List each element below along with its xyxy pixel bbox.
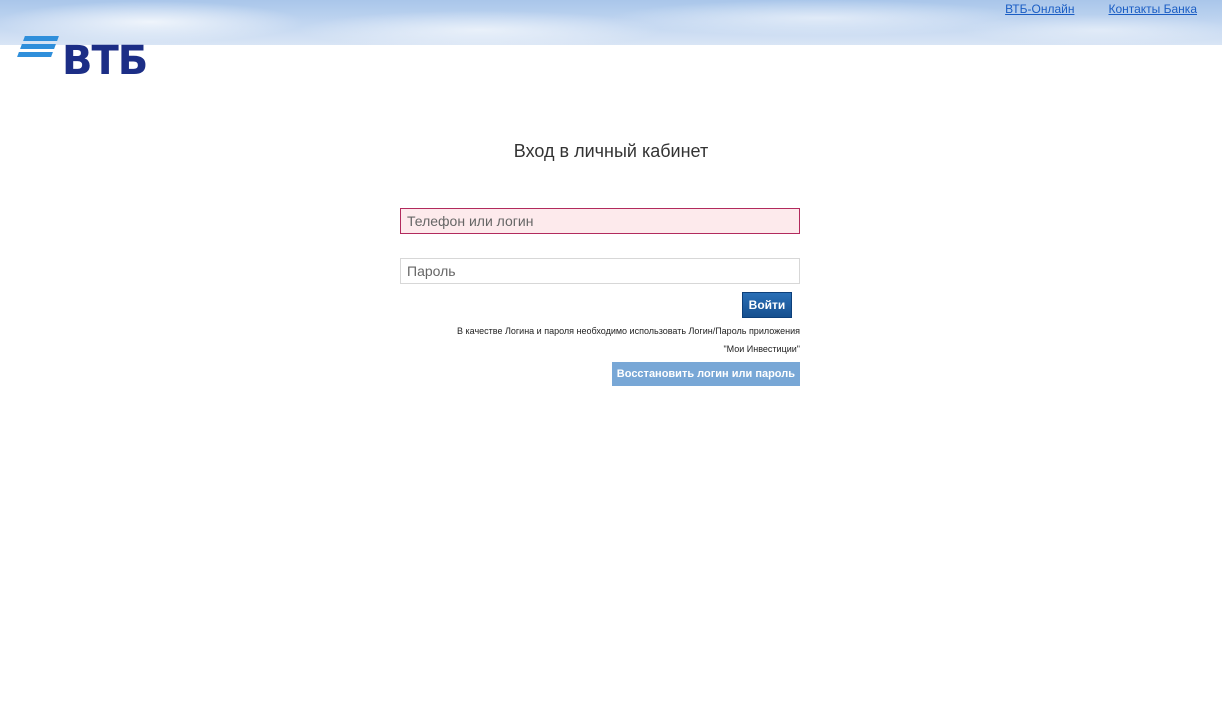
recover-credentials-button[interactable]: Восстановить логин или пароль — [611, 362, 800, 386]
login-button[interactable]: Войти — [742, 292, 792, 318]
logo-text: ВТБ — [62, 38, 148, 84]
bank-contacts-link[interactable]: Контакты Банка — [1108, 2, 1197, 16]
login-hint-line-1: В качестве Логина и пароля необходимо ис… — [457, 326, 800, 336]
vtb-stripes-icon — [17, 36, 62, 62]
submit-row: Войти — [400, 292, 800, 318]
login-page: ВТБ-Онлайн Контакты Банка ВТБ Вход в лич… — [0, 0, 1222, 728]
logo-stripe — [23, 36, 59, 41]
password-input[interactable] — [400, 258, 800, 284]
login-form: Войти В качестве Логина и пароля необход… — [400, 208, 800, 386]
login-input[interactable] — [400, 208, 800, 234]
logo-stripe — [20, 44, 56, 49]
login-hint: В качестве Логина и пароля необходимо ис… — [400, 322, 800, 358]
sky-banner: ВТБ-Онлайн Контакты Банка — [0, 0, 1222, 45]
top-nav: ВТБ-Онлайн Контакты Банка — [1005, 2, 1197, 16]
login-hint-line-2: "Мои Инвестиции" — [723, 344, 800, 354]
vtb-logo[interactable]: ВТБ — [17, 36, 153, 84]
logo-stripe — [17, 52, 53, 57]
page-title: Вход в личный кабинет — [513, 141, 709, 161]
vtb-online-link[interactable]: ВТБ-Онлайн — [1005, 2, 1074, 16]
recover-row: Восстановить логин или пароль — [400, 362, 800, 386]
